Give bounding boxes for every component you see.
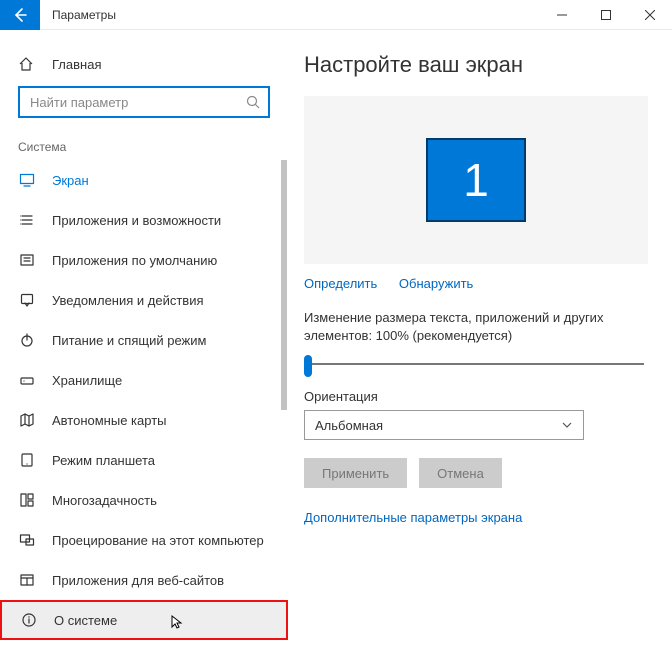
minimize-icon bbox=[557, 10, 567, 20]
notifications-icon bbox=[18, 292, 36, 308]
sidebar-item-tablet-mode[interactable]: Режим планшета bbox=[0, 440, 288, 480]
sidebar-item-label: Проецирование на этот компьютер bbox=[52, 533, 264, 548]
main-pane: Настройте ваш экран 1 Определить Обнаруж… bbox=[288, 30, 672, 670]
monitor-icon bbox=[18, 172, 36, 188]
sidebar-item-apps-for-websites[interactable]: Приложения для веб-сайтов bbox=[0, 560, 288, 600]
sidebar-item-label: Приложения по умолчанию bbox=[52, 253, 217, 268]
sidebar-item-label: Многозадачность bbox=[52, 493, 157, 508]
home-icon bbox=[18, 56, 36, 72]
window-controls bbox=[540, 0, 672, 30]
sidebar-item-storage[interactable]: Хранилище bbox=[0, 360, 288, 400]
sidebar-item-label: Уведомления и действия bbox=[52, 293, 204, 308]
sidebar-item-label: Приложения и возможности bbox=[52, 213, 221, 228]
storage-icon bbox=[18, 372, 36, 388]
sidebar-item-multitasking[interactable]: Многозадачность bbox=[0, 480, 288, 520]
cursor-icon bbox=[170, 614, 186, 630]
sidebar-item-label: Питание и спящий режим bbox=[52, 333, 206, 348]
minimize-button[interactable] bbox=[540, 0, 584, 30]
sidebar-item-display[interactable]: Экран bbox=[0, 160, 288, 200]
sidebar-item-label: Автономные карты bbox=[52, 413, 167, 428]
search-field[interactable] bbox=[28, 94, 246, 111]
web-apps-icon bbox=[18, 572, 36, 588]
maximize-icon bbox=[601, 10, 611, 20]
titlebar: Параметры bbox=[0, 0, 672, 30]
back-button[interactable] bbox=[0, 0, 40, 30]
sidebar-item-notifications[interactable]: Уведомления и действия bbox=[0, 280, 288, 320]
orientation-select[interactable]: Альбомная bbox=[304, 410, 584, 440]
close-button[interactable] bbox=[628, 0, 672, 30]
home-button[interactable]: Главная bbox=[0, 46, 288, 82]
sidebar-item-label: О системе bbox=[54, 613, 117, 628]
sidebar-item-about[interactable]: О системе bbox=[0, 600, 288, 640]
power-icon bbox=[18, 332, 36, 348]
display-arrangement[interactable]: 1 bbox=[304, 96, 648, 264]
orientation-label: Ориентация bbox=[304, 389, 648, 404]
close-icon bbox=[645, 10, 655, 20]
search-input[interactable] bbox=[18, 86, 270, 118]
map-icon bbox=[18, 412, 36, 428]
sidebar-item-apps-features[interactable]: Приложения и возможности bbox=[0, 200, 288, 240]
home-label: Главная bbox=[52, 57, 101, 72]
detect-link[interactable]: Обнаружить bbox=[399, 276, 473, 291]
section-header: Система bbox=[0, 130, 288, 160]
sidebar-item-power-sleep[interactable]: Питание и спящий режим bbox=[0, 320, 288, 360]
chevron-down-icon bbox=[561, 419, 573, 431]
window-title: Параметры bbox=[40, 8, 540, 22]
sidebar-item-offline-maps[interactable]: Автономные карты bbox=[0, 400, 288, 440]
sidebar-scrollbar[interactable] bbox=[280, 30, 288, 670]
sidebar-item-projecting[interactable]: Проецирование на этот компьютер bbox=[0, 520, 288, 560]
sidebar-item-label: Приложения для веб-сайтов bbox=[52, 573, 224, 588]
slider-track bbox=[308, 363, 644, 365]
monitor-1[interactable]: 1 bbox=[426, 138, 526, 222]
maximize-button[interactable] bbox=[584, 0, 628, 30]
defaults-icon bbox=[18, 252, 36, 268]
tablet-icon bbox=[18, 452, 36, 468]
sidebar-item-label: Экран bbox=[52, 173, 89, 188]
sidebar-item-default-apps[interactable]: Приложения по умолчанию bbox=[0, 240, 288, 280]
scrollbar-thumb[interactable] bbox=[281, 160, 287, 410]
sidebar: Главная Система Экран Приложения и возмож… bbox=[0, 30, 288, 670]
arrow-left-icon bbox=[12, 7, 28, 23]
identify-link[interactable]: Определить bbox=[304, 276, 377, 291]
apply-button[interactable]: Применить bbox=[304, 458, 407, 488]
orientation-value: Альбомная bbox=[315, 418, 383, 433]
cancel-button[interactable]: Отмена bbox=[419, 458, 502, 488]
search-icon bbox=[246, 95, 260, 109]
slider-thumb[interactable] bbox=[304, 355, 312, 377]
multitask-icon bbox=[18, 492, 36, 508]
sidebar-item-label: Режим планшета bbox=[52, 453, 155, 468]
list-icon bbox=[18, 212, 36, 228]
scale-label: Изменение размера текста, приложений и д… bbox=[304, 309, 648, 345]
scale-slider[interactable] bbox=[304, 355, 648, 373]
sidebar-item-label: Хранилище bbox=[52, 373, 122, 388]
page-heading: Настройте ваш экран bbox=[304, 52, 648, 78]
project-icon bbox=[18, 532, 36, 548]
info-icon bbox=[20, 612, 38, 628]
advanced-display-link[interactable]: Дополнительные параметры экрана bbox=[304, 510, 648, 525]
